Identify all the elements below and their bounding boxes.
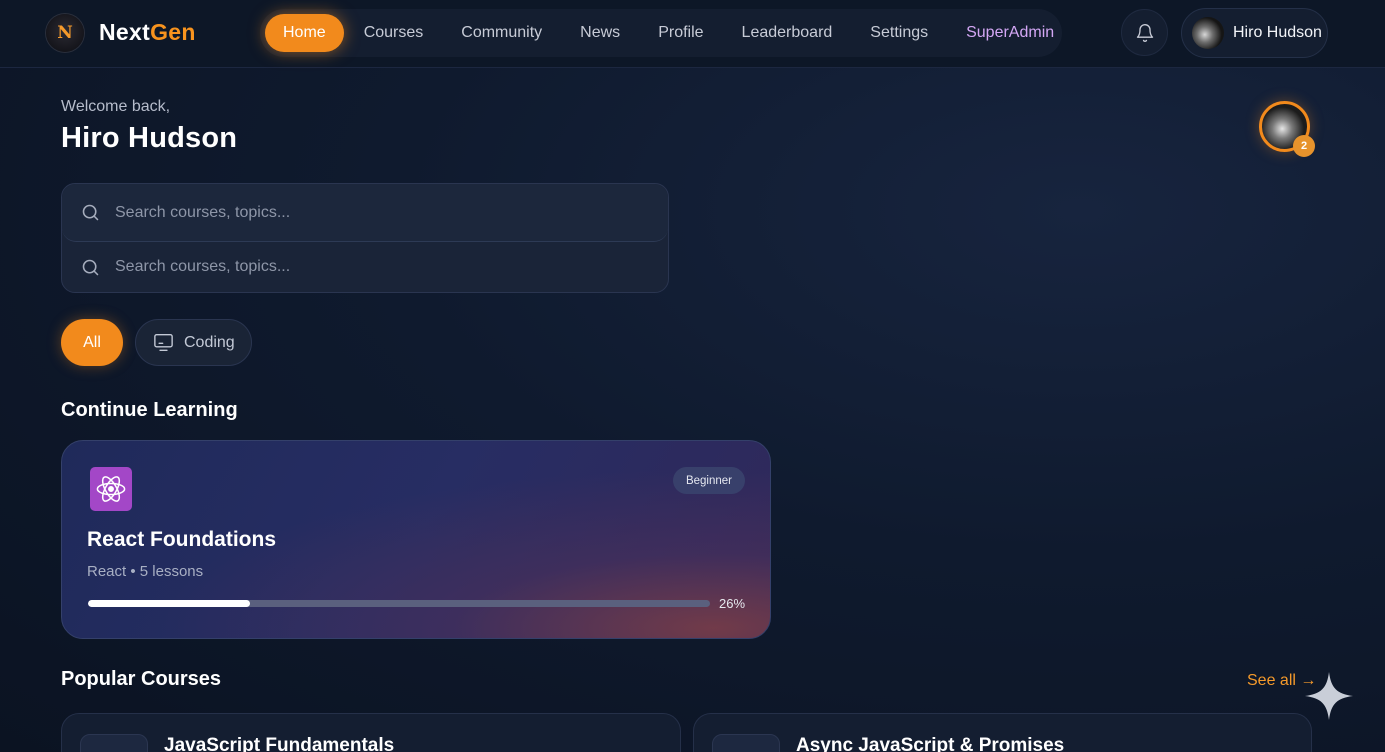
top-bar: N NextGen Home Courses Community News Pr… xyxy=(0,0,1385,68)
page-title: Hiro Hudson xyxy=(61,122,238,154)
course-card-title: JavaScript Fundamentals xyxy=(164,735,395,752)
continue-learning-title: Continue Learning xyxy=(61,399,238,421)
course-meta: React • 5 lessons xyxy=(87,563,204,580)
nav-item-leaderboard[interactable]: Leaderboard xyxy=(724,14,851,52)
filter-chip-coding[interactable]: Coding xyxy=(135,319,252,366)
sparkle-icon[interactable] xyxy=(1303,670,1355,722)
course-thumbnail xyxy=(80,734,148,752)
react-icon xyxy=(90,467,132,511)
filter-chip-coding-label: Coding xyxy=(184,333,235,351)
brand-part-2: Gen xyxy=(150,19,196,45)
notifications-button[interactable] xyxy=(1121,9,1168,56)
course-thumbnail xyxy=(712,734,780,752)
welcome-text: Welcome back, xyxy=(61,98,171,115)
nav-item-settings[interactable]: Settings xyxy=(852,14,946,52)
progress-bar xyxy=(88,600,710,607)
course-card[interactable]: Async JavaScript & Promises xyxy=(693,713,1312,752)
search-box: Search courses, topics... Search courses… xyxy=(61,183,669,293)
nav-item-news[interactable]: News xyxy=(562,14,638,52)
course-card-title: Async JavaScript & Promises xyxy=(796,735,1065,752)
user-name: Hiro Hudson xyxy=(1233,24,1322,41)
search-input[interactable]: Search courses, topics... xyxy=(62,184,668,242)
continue-learning-card[interactable]: Beginner React Foundations React • 5 les… xyxy=(61,440,771,639)
nav-item-community[interactable]: Community xyxy=(443,14,560,52)
nav-item-home[interactable]: Home xyxy=(265,14,344,52)
nav-item-courses[interactable]: Courses xyxy=(346,14,442,52)
progress-fill xyxy=(88,600,250,607)
brand-name[interactable]: NextGen xyxy=(99,19,196,46)
search-suggestion-input[interactable]: Search courses, topics... xyxy=(62,238,668,296)
nav-item-profile[interactable]: Profile xyxy=(640,14,721,52)
search-placeholder: Search courses, topics... xyxy=(115,203,291,221)
main-nav: Home Courses Community News Profile Lead… xyxy=(260,9,1062,57)
filter-chip-all[interactable]: All xyxy=(61,319,123,366)
course-card[interactable]: JavaScript Fundamentals xyxy=(61,713,681,752)
logo-icon[interactable]: N xyxy=(46,14,84,52)
level-badge: 2 xyxy=(1293,135,1315,157)
nav-item-superadmin[interactable]: SuperAdmin xyxy=(948,14,1072,52)
course-title: React Foundations xyxy=(87,528,277,551)
difficulty-badge: Beginner xyxy=(673,467,745,494)
bell-icon xyxy=(1136,23,1153,42)
progress-percent: 26% xyxy=(719,596,746,611)
user-menu-button[interactable]: Hiro Hudson xyxy=(1181,8,1328,58)
monitor-code-icon xyxy=(154,334,173,351)
logo-letter: N xyxy=(57,23,73,43)
search-icon xyxy=(82,259,99,275)
search-placeholder-secondary: Search courses, topics... xyxy=(115,258,291,275)
brand-part-1: Next xyxy=(99,19,151,45)
avatar xyxy=(1192,17,1224,49)
popular-courses-title: Popular Courses xyxy=(61,668,222,690)
search-icon xyxy=(82,204,99,221)
